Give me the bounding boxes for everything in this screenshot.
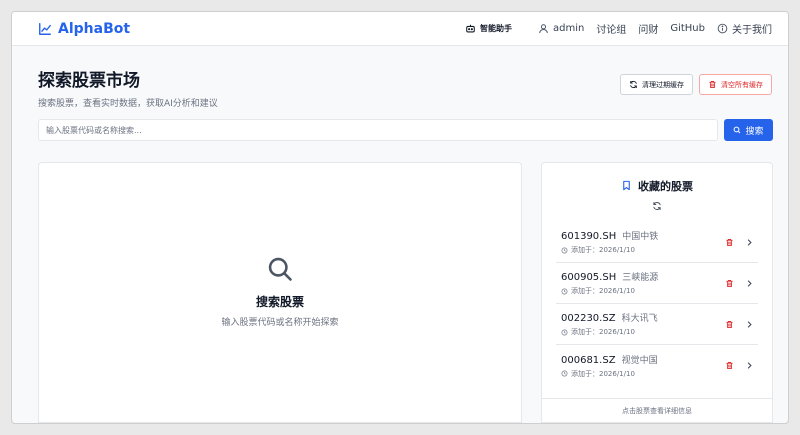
- added-date: 添加于：2026/1/10: [561, 369, 658, 379]
- list-item[interactable]: 000681.SZ 视觉中国 添加于：2026/1/10: [556, 345, 758, 386]
- page-header: 探索股票市场 搜索股票，查看实时数据，获取AI分析和建议 清理过期缓存 清空所有…: [12, 46, 788, 119]
- search-icon: [268, 257, 292, 281]
- search-icon: [734, 126, 741, 134]
- favorite-line: 002230.SZ 科大讯飞: [561, 311, 658, 324]
- favorites-header: 收藏的股票: [542, 163, 772, 211]
- nav-ask[interactable]: 问财: [638, 21, 658, 36]
- favorite-info: 600905.SH 三峡能源 添加于：2026/1/10: [561, 270, 658, 296]
- search-button-label: 搜索: [745, 125, 764, 136]
- search-input[interactable]: [38, 119, 718, 141]
- favorite-actions: [725, 361, 758, 370]
- cache-actions: 清理过期缓存 清空所有缓存: [620, 74, 772, 95]
- favorite-line: 600905.SH 三峡能源: [561, 270, 658, 283]
- clock-icon: [561, 288, 568, 294]
- empty-subtitle: 输入股票代码或名称开始探索: [221, 318, 339, 328]
- list-item[interactable]: 600905.SH 三峡能源 添加于：2026/1/10: [556, 263, 758, 304]
- added-date: 添加于：2026/1/10: [561, 245, 658, 255]
- added-date-label: 添加于：2026/1/10: [571, 246, 635, 254]
- clock-icon: [561, 329, 568, 335]
- favorite-actions: [725, 238, 758, 247]
- clear-all-cache-button[interactable]: 清空所有缓存: [699, 74, 772, 95]
- chevron-right-icon[interactable]: [745, 238, 754, 247]
- trash-icon[interactable]: [725, 320, 734, 329]
- empty-title: 搜索股票: [255, 295, 304, 309]
- search-results-panel: 搜索股票 输入股票代码或名称开始探索: [38, 162, 522, 423]
- bot-icon: [466, 24, 475, 33]
- stock-code: 601390.SH: [561, 231, 617, 242]
- search-button[interactable]: 搜索: [724, 119, 773, 141]
- trash-icon[interactable]: [725, 238, 734, 247]
- bookmark-icon: [623, 180, 630, 191]
- stock-code: 002230.SZ: [561, 313, 616, 324]
- favorite-line: 601390.SH 中国中铁: [561, 229, 658, 242]
- trash-icon: [709, 80, 716, 89]
- nav-links: 智能助手 admin 讨论组 问财 GitHub 关于我们: [465, 21, 772, 36]
- refresh-icon: [653, 202, 661, 210]
- added-date-label: 添加于：2026/1/10: [571, 328, 635, 336]
- nav-assistant-label: 智能助手: [480, 24, 512, 33]
- clock-icon: [561, 247, 568, 253]
- list-item[interactable]: 601390.SH 中国中铁 添加于：2026/1/10: [556, 222, 758, 263]
- app-window: AlphaBot 智能助手 admin 讨论组 问财 GitHub 关于我们 探…: [11, 11, 789, 424]
- stock-name: 视觉中国: [621, 355, 658, 366]
- favorite-info: 601390.SH 中国中铁 添加于：2026/1/10: [561, 229, 658, 255]
- favorite-info: 002230.SZ 科大讯飞 添加于：2026/1/10: [561, 311, 658, 337]
- empty-state: 搜索股票 输入股票代码或名称开始探索: [39, 255, 521, 328]
- favorite-actions: [725, 320, 758, 329]
- refresh-icon: [630, 80, 637, 89]
- main-content: 搜索股票 输入股票代码或名称开始探索 收藏的股票 601390.SH 中国中铁 …: [38, 162, 773, 423]
- added-date-label: 添加于：2026/1/10: [571, 287, 635, 295]
- favorites-title: 收藏的股票: [621, 178, 693, 194]
- nav-about[interactable]: 关于我们: [717, 21, 772, 36]
- chevron-right-icon[interactable]: [745, 279, 754, 288]
- favorites-footer: 点击股票查看详细信息: [542, 398, 772, 422]
- line-chart-icon: [39, 22, 51, 35]
- chevron-right-icon[interactable]: [745, 320, 754, 329]
- nav-user[interactable]: admin: [538, 23, 584, 34]
- search-row: 搜索: [12, 119, 788, 141]
- brand-name: AlphaBot: [58, 20, 131, 37]
- favorite-line: 000681.SZ 视觉中国: [561, 353, 658, 366]
- favorites-title-label: 收藏的股票: [638, 179, 693, 193]
- favorites-list: 601390.SH 中国中铁 添加于：2026/1/10 600905.SH 三…: [556, 222, 758, 386]
- trash-icon[interactable]: [725, 279, 734, 288]
- favorites-refresh[interactable]: [542, 201, 772, 211]
- top-nav: AlphaBot 智能助手 admin 讨论组 问财 GitHub 关于我们: [12, 12, 788, 46]
- nav-about-label: 关于我们: [732, 25, 772, 36]
- user-icon: [539, 24, 548, 34]
- clock-icon: [561, 370, 568, 377]
- list-item[interactable]: 002230.SZ 科大讯飞 添加于：2026/1/10: [556, 304, 758, 345]
- trash-icon[interactable]: [725, 361, 734, 370]
- nav-discussion[interactable]: 讨论组: [596, 21, 626, 36]
- nav-github-label: GitHub: [670, 23, 705, 34]
- nav-user-label: admin: [553, 23, 585, 34]
- clear-expired-cache-button[interactable]: 清理过期缓存: [620, 74, 693, 95]
- nav-discussion-label: 讨论组: [596, 25, 627, 36]
- added-date: 添加于：2026/1/10: [561, 327, 658, 337]
- stock-name: 中国中铁: [622, 232, 659, 242]
- info-icon: [717, 23, 728, 34]
- page-subtitle: 搜索股票，查看实时数据，获取AI分析和建议: [38, 99, 218, 109]
- clear-all-label: 清空所有缓存: [721, 81, 763, 89]
- stock-code: 600905.SH: [561, 272, 617, 283]
- nav-github[interactable]: GitHub: [670, 23, 705, 34]
- nav-ask-label: 问财: [638, 25, 659, 36]
- stock-name: 三峡能源: [622, 273, 659, 283]
- nav-assistant[interactable]: 智能助手: [465, 23, 512, 34]
- chevron-right-icon[interactable]: [745, 361, 754, 370]
- favorites-panel: 收藏的股票 601390.SH 中国中铁 添加于：2026/1/10 60090…: [541, 162, 773, 423]
- stock-name: 科大讯飞: [621, 314, 658, 324]
- clear-expired-label: 清理过期缓存: [642, 81, 684, 89]
- favorite-actions: [725, 279, 758, 288]
- added-date: 添加于：2026/1/10: [561, 286, 658, 296]
- stock-code: 000681.SZ: [561, 354, 616, 366]
- brand-logo[interactable]: AlphaBot: [38, 21, 130, 37]
- added-date-label: 添加于：2026/1/10: [571, 369, 635, 378]
- favorite-info: 000681.SZ 视觉中国 添加于：2026/1/10: [561, 353, 658, 379]
